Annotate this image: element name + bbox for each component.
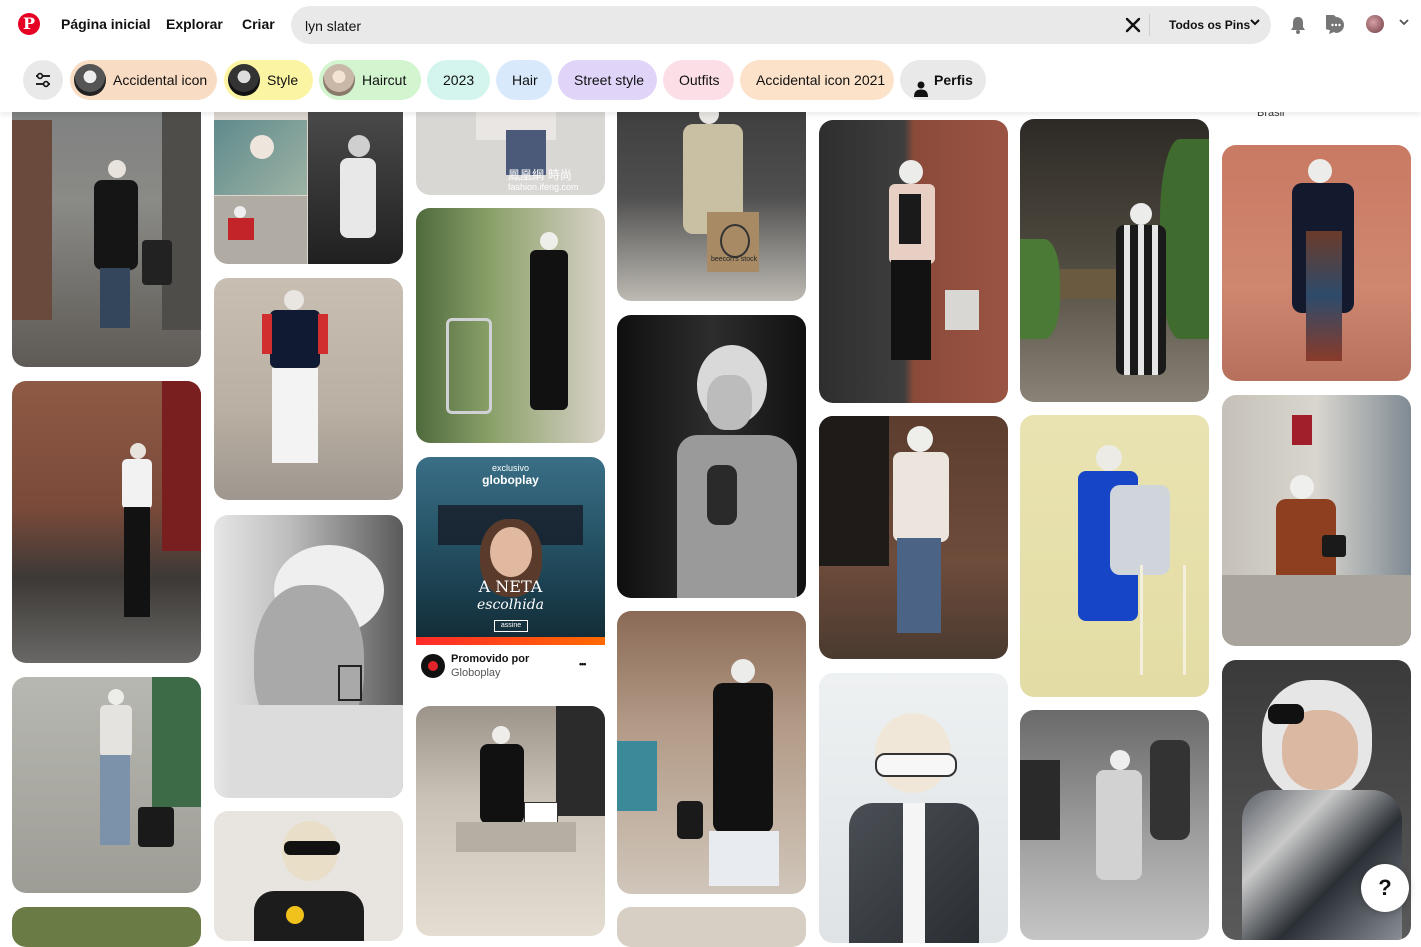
pin-image[interactable] bbox=[214, 811, 403, 941]
chip-style[interactable]: Style bbox=[224, 60, 313, 100]
filter-settings-button[interactable] bbox=[23, 60, 63, 100]
pin-watermark-url: fashion.ifeng.com bbox=[508, 182, 579, 192]
search-bar: Todos os Pins bbox=[291, 6, 1271, 46]
chip-outfits[interactable]: Outfits bbox=[663, 60, 734, 100]
chip-label: 2023 bbox=[443, 72, 475, 88]
ad-image[interactable]: exclusivo globoplay A NETA escolhida ass… bbox=[416, 457, 605, 645]
pin-image[interactable] bbox=[416, 208, 605, 443]
chip-label: Accidental icon bbox=[113, 72, 208, 88]
pin-image[interactable] bbox=[416, 706, 605, 936]
ad-promoted-label: Promovido por bbox=[451, 653, 530, 665]
chip-label: Accidental icon 2021 bbox=[756, 72, 886, 88]
ad-brand: globoplay bbox=[482, 473, 539, 487]
pin-image[interactable] bbox=[617, 611, 806, 894]
chevron-down-icon[interactable] bbox=[1249, 16, 1261, 31]
chip-accidental-icon[interactable]: Accidental icon bbox=[70, 60, 217, 100]
pin-watermark: 鳳凰網 時尚 bbox=[508, 168, 572, 182]
pin-image[interactable] bbox=[1020, 415, 1209, 697]
chip-label: Hair bbox=[512, 72, 538, 88]
pin-image[interactable] bbox=[617, 907, 806, 947]
chip-label: Street style bbox=[574, 72, 645, 88]
chip-haircut[interactable]: Haircut bbox=[319, 60, 421, 100]
chip-accidental-icon-2021[interactable]: Accidental icon 2021 bbox=[740, 60, 894, 100]
chip-thumbnail bbox=[323, 64, 355, 96]
pin-image[interactable] bbox=[1020, 119, 1209, 402]
chip-2023[interactable]: 2023 bbox=[427, 60, 490, 100]
chip-hair[interactable]: Hair bbox=[496, 60, 552, 100]
pinterest-logo-icon[interactable]: P bbox=[18, 13, 40, 35]
avatar[interactable] bbox=[1366, 15, 1384, 33]
top-bar: P Página inicial Explorar Criar Todos os… bbox=[0, 0, 1421, 50]
chat-icon[interactable] bbox=[1321, 14, 1346, 35]
chevron-down-icon[interactable] bbox=[1398, 16, 1410, 31]
nav-create[interactable]: Criar bbox=[242, 16, 275, 32]
pin-image[interactable] bbox=[12, 381, 201, 663]
ad-badge: exclusivo bbox=[491, 463, 529, 473]
chip-label: Outfits bbox=[679, 72, 720, 88]
pin-image[interactable] bbox=[617, 315, 806, 598]
nav-home[interactable]: Página inicial bbox=[61, 16, 150, 32]
chip-thumbnail bbox=[228, 64, 260, 96]
chip-thumbnail bbox=[74, 64, 106, 96]
pin-image[interactable] bbox=[1222, 145, 1411, 381]
pin-image[interactable] bbox=[214, 515, 403, 798]
ad-advertiser-name[interactable]: Globoplay bbox=[451, 667, 501, 679]
sliders-icon bbox=[36, 72, 50, 88]
pin-image[interactable] bbox=[12, 907, 201, 947]
pin-image[interactable]: beecon's stock bbox=[617, 90, 806, 301]
pin-image[interactable] bbox=[819, 673, 1008, 943]
ad-title-line2: escolhida bbox=[476, 597, 545, 613]
ad-advertiser-avatar[interactable] bbox=[421, 654, 445, 678]
pin-image[interactable] bbox=[12, 90, 201, 367]
pin-caption: beecon's stock bbox=[711, 256, 758, 263]
pin-image[interactable] bbox=[819, 416, 1008, 659]
pin-image[interactable] bbox=[1222, 395, 1411, 646]
pin-image[interactable] bbox=[819, 120, 1008, 403]
search-scope-dropdown[interactable]: Todos os Pins bbox=[1169, 18, 1250, 32]
bell-icon[interactable] bbox=[1288, 15, 1308, 35]
ad-cta: assine bbox=[494, 620, 528, 632]
help-button[interactable]: ? bbox=[1361, 864, 1409, 912]
chip-label: Haircut bbox=[362, 72, 407, 88]
chip-label: Perfis bbox=[934, 72, 973, 88]
chip-profiles[interactable]: Perfis bbox=[900, 60, 986, 100]
nav-explore[interactable]: Explorar bbox=[166, 16, 223, 32]
more-options-icon[interactable]: ••• bbox=[579, 659, 587, 669]
person-icon bbox=[914, 72, 928, 112]
pin-image[interactable] bbox=[1020, 710, 1209, 940]
chip-street-style[interactable]: Street style bbox=[558, 60, 657, 100]
ad-title-line1: A NETA bbox=[478, 577, 543, 596]
close-icon[interactable] bbox=[1123, 15, 1143, 35]
search-divider bbox=[1149, 14, 1150, 36]
search-input[interactable] bbox=[303, 6, 1087, 46]
pin-image[interactable]: icon bbox=[214, 90, 403, 264]
pin-image[interactable] bbox=[12, 677, 201, 893]
chip-label: Style bbox=[267, 72, 299, 88]
pin-image[interactable] bbox=[214, 278, 403, 500]
filter-bar: Accidental icon Style Haircut 2023 Hair … bbox=[0, 50, 1421, 112]
